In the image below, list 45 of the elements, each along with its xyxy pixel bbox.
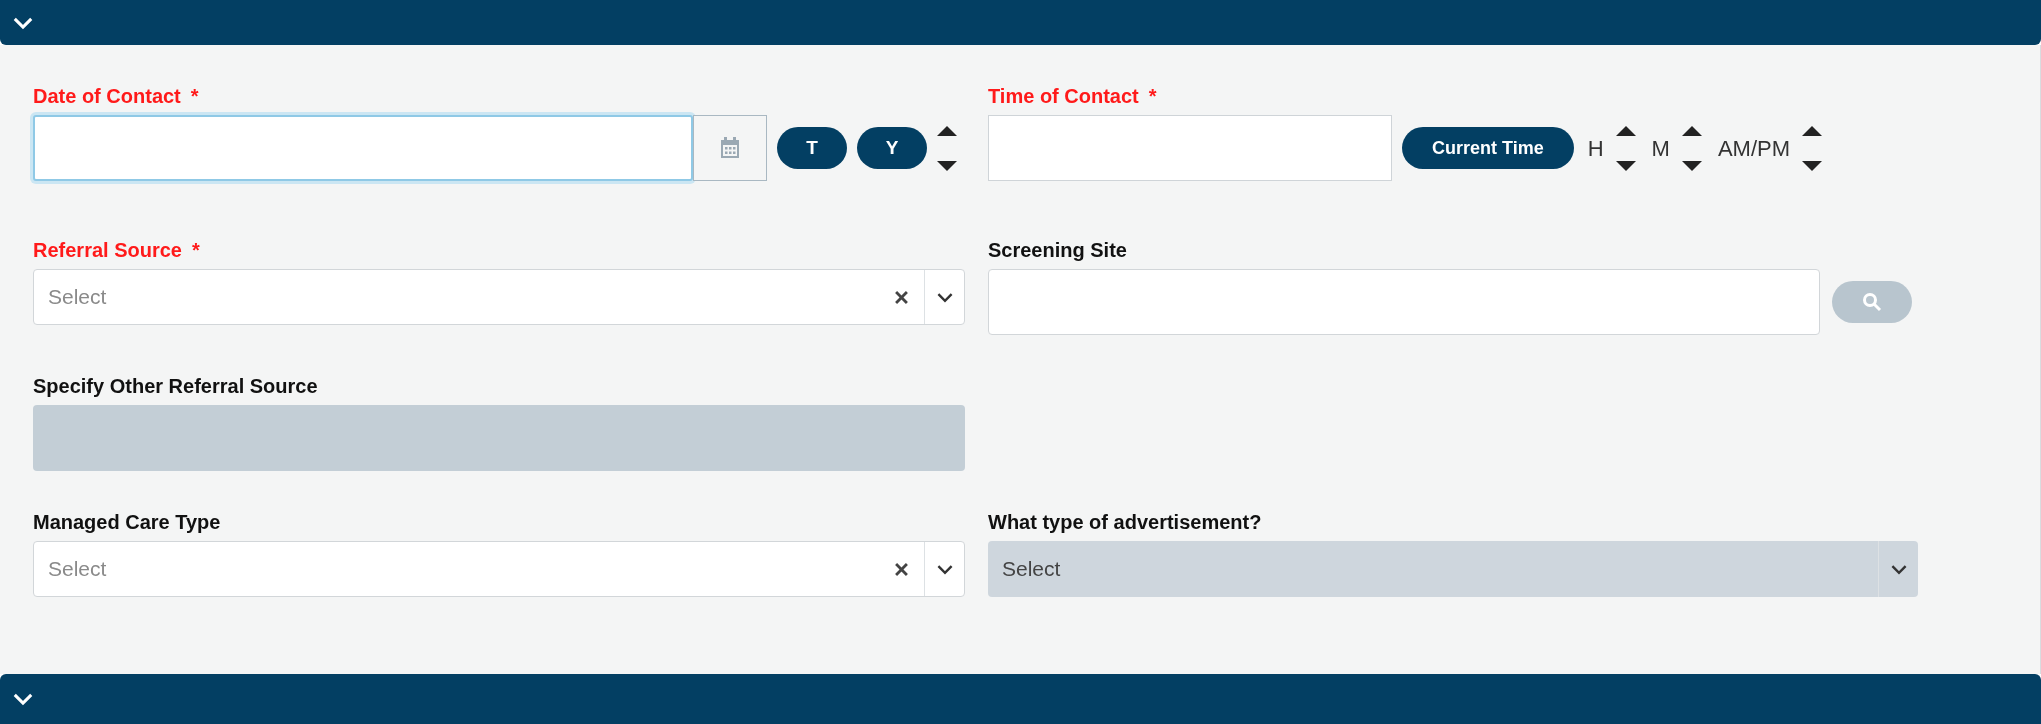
- field-label: Managed Care Type: [33, 510, 221, 535]
- caret-down-icon: [1801, 160, 1824, 172]
- select-field[interactable]: Select: [33, 269, 965, 325]
- required-mark: *: [191, 238, 200, 263]
- time-unit-label: H: [1587, 134, 1604, 163]
- increment-button[interactable]: [935, 123, 959, 137]
- calendar-icon: [720, 137, 740, 159]
- field-label: Referral Source: [33, 238, 182, 263]
- chevron-down-icon: [935, 291, 954, 303]
- search-icon: [1862, 292, 1882, 312]
- caret-down-icon: [936, 160, 958, 172]
- field-label: What type of advertisement?: [988, 510, 1262, 535]
- field-label: Specify Other Referral Source: [33, 374, 318, 399]
- time-input[interactable]: [988, 115, 1392, 181]
- select-placeholder: Select: [1001, 556, 1062, 583]
- select-placeholder: Select: [47, 284, 108, 311]
- lookup-input[interactable]: [988, 269, 1820, 335]
- clear-icon[interactable]: [895, 290, 908, 304]
- increment-button[interactable]: [1800, 123, 1825, 137]
- decrement-button[interactable]: [935, 159, 959, 173]
- caret-down-icon: [1680, 160, 1703, 172]
- current-time-button[interactable]: Current Time: [1402, 127, 1574, 169]
- chevron-down-icon: [935, 563, 954, 575]
- chevron-down-icon: [1889, 563, 1908, 575]
- caret-up-icon: [936, 124, 958, 136]
- select-placeholder: Select: [47, 556, 108, 583]
- caret-down-icon: [1614, 160, 1637, 172]
- required-mark: *: [1148, 84, 1157, 109]
- chevron-down-icon: [12, 15, 34, 30]
- field-label: Screening Site: [988, 238, 1127, 263]
- caret-up-icon: [1680, 124, 1703, 136]
- select-field[interactable]: Select: [33, 541, 965, 597]
- caret-up-icon: [1801, 124, 1824, 136]
- decrement-button[interactable]: [1800, 159, 1825, 173]
- date-input[interactable]: [33, 115, 693, 181]
- time-unit-label: M: [1651, 134, 1670, 163]
- required-mark: *: [190, 84, 199, 109]
- caret-up-icon: [1614, 124, 1637, 136]
- chevron-down-icon: [12, 692, 34, 706]
- field-label: Time of Contact: [988, 84, 1139, 109]
- shortcut-button[interactable]: Y: [857, 127, 927, 169]
- time-unit-label: AM/PM: [1717, 134, 1791, 163]
- field-label: Date of Contact: [33, 84, 181, 109]
- shortcut-button[interactable]: T: [777, 127, 847, 169]
- clear-icon[interactable]: [895, 562, 908, 576]
